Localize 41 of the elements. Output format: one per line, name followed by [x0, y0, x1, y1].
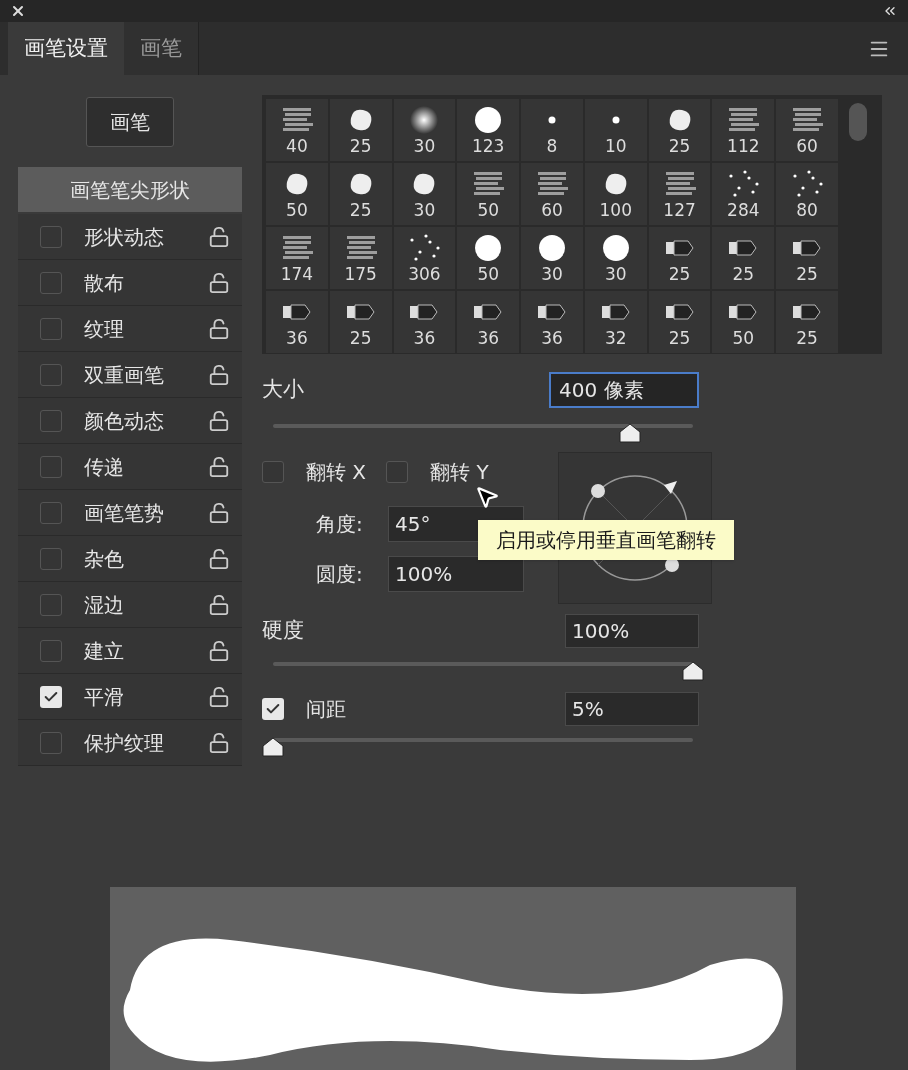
brush-size-label: 100: [599, 200, 632, 220]
brush-size-label: 36: [413, 328, 436, 348]
brush-size-label: 36: [477, 328, 500, 348]
brush-size-label: 36: [541, 328, 563, 348]
brush-size-label: 306: [408, 264, 441, 284]
angle-label: 角度:: [316, 511, 364, 538]
brush-size-label: 32: [604, 328, 627, 348]
brush-size-label: 30: [413, 136, 436, 156]
brush-size-label: 8: [546, 136, 558, 156]
brush-size-label: 60: [796, 136, 818, 156]
size-label: 大小: [262, 376, 304, 404]
brush-size-label: 30: [604, 264, 627, 284]
brush-size-label: 60: [541, 200, 563, 220]
brush-size-label: 36: [286, 328, 308, 348]
brush-size-label: 174: [280, 264, 314, 284]
brush-size-label: 50: [477, 264, 500, 284]
tooltip: 启用或停用垂直画笔翻转: [478, 520, 734, 560]
brush-size-label: 284: [727, 200, 760, 220]
brush-size-label: 25: [668, 136, 691, 156]
brush-size-label: 10: [604, 136, 627, 156]
hardness-label: 硬度: [262, 617, 304, 645]
brush-size-label: 80: [796, 200, 818, 220]
brush-size-label: 25: [668, 328, 691, 348]
brush-size-label: 50: [286, 200, 308, 220]
brush-size-label: 127: [663, 200, 696, 220]
brush-size-label: 175: [344, 264, 377, 284]
brush-size-label: 40: [286, 136, 308, 156]
brush-size-label: 25: [349, 136, 372, 156]
brush-size-label: 123: [472, 136, 505, 156]
brush-size-label: 25: [349, 200, 372, 220]
brush-size-label: 30: [413, 200, 436, 220]
brush-size-label: 25: [796, 264, 818, 284]
brush-size-label: 50: [732, 328, 755, 348]
brush-size-label: 25: [668, 264, 691, 284]
brush-size-label: 112: [727, 136, 760, 156]
brush-size-label: 25: [796, 328, 818, 348]
brush-size-label: 25: [349, 328, 372, 348]
roundness-label: 圆度:: [316, 561, 364, 588]
brush-size-label: 50: [477, 200, 500, 220]
brush-size-label: 30: [541, 264, 563, 284]
brush-size-label: 25: [732, 264, 755, 284]
